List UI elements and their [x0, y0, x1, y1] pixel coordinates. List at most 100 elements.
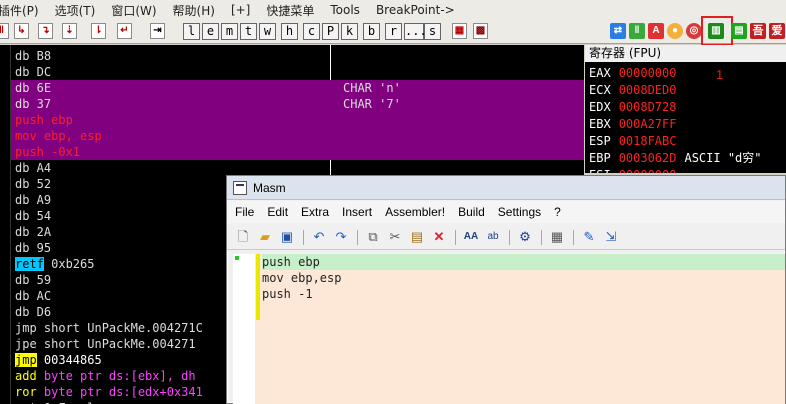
register-value[interactable]: 0008DED0 [619, 83, 677, 97]
register-row[interactable]: EBX 000A27FF [589, 116, 676, 132]
register-value[interactable]: 00000000 [619, 168, 677, 173]
new-file-icon[interactable]: 🗋 [235, 229, 251, 245]
masm-menu-assembler[interactable]: Assembler! [377, 205, 450, 219]
disasm-row[interactable]: db B8 [11, 48, 584, 64]
menu-tools[interactable]: Tools [322, 3, 368, 17]
pause-green-icon[interactable]: ‖ [629, 23, 645, 39]
window-references-button[interactable]: r [385, 23, 402, 40]
menu-plugins[interactable]: 插件(P) [0, 2, 47, 19]
register-name: EBX [589, 117, 611, 131]
registers-pane[interactable]: 寄存器 (FPU) EAX 00000000 ECX 0008DED0 EDX 0008D… [585, 45, 786, 173]
monitor-icon[interactable]: ▤ [731, 23, 747, 39]
masm-menu-bar: File Edit Extra Insert Assembler! Build … [227, 201, 785, 223]
masm-menu-extra[interactable]: Extra [293, 205, 334, 219]
disasm-mnemonic: db A4 [15, 161, 52, 175]
register-row[interactable]: EDX 0008D728 [589, 99, 676, 115]
disasm-row[interactable]: mov ebp, esp [11, 128, 584, 144]
step-into-icon[interactable]: ↳ [14, 23, 29, 39]
disasm-mnemonic: db D6 [15, 305, 52, 319]
register-row[interactable]: EBP 0003062D ASCII "d穷" [589, 150, 762, 166]
disasm-mnemonic: db 2A [15, 225, 52, 239]
register-row[interactable]: ESI 00000000 [589, 167, 676, 173]
masm-title-bar[interactable]: Masm [227, 176, 785, 200]
window-memory-button[interactable]: m [221, 23, 238, 40]
save-icon[interactable]: ▣ [279, 229, 295, 245]
disasm-row[interactable]: db DC [11, 64, 584, 80]
disasm-row[interactable]: push ebp [11, 112, 584, 128]
grid-icon[interactable]: ▦ [549, 229, 565, 245]
menu-help[interactable]: 帮助(H) [165, 2, 223, 19]
lang-icon-2[interactable]: 爱 [769, 23, 785, 39]
register-value[interactable]: 000A27FF [619, 117, 677, 131]
code-line-2[interactable]: mov ebp,esp [262, 270, 785, 286]
menu-breakpoint[interactable]: BreakPoint-> [368, 3, 463, 17]
redo-icon[interactable]: ↷ [333, 229, 349, 245]
window-source-button[interactable]: s [424, 23, 441, 40]
window-windows-button[interactable]: w [259, 23, 276, 40]
replace-icon[interactable]: ab [485, 229, 501, 245]
window-handles-button[interactable]: h [281, 23, 298, 40]
lang-icon-1[interactable]: 吾 [750, 23, 766, 39]
target-icon[interactable]: ◎ [686, 23, 702, 39]
masm-menu-edit[interactable]: Edit [259, 205, 293, 219]
masm-menu-settings[interactable]: Settings [490, 205, 546, 219]
find-icon[interactable]: AA [463, 229, 479, 245]
copy-icon[interactable]: ⧉ [365, 229, 381, 245]
window-breakpoints-button[interactable]: b [363, 23, 380, 40]
window-runtrace-button[interactable]: ... [404, 23, 427, 40]
pause-icon[interactable]: ‖ [0, 23, 9, 39]
register-value[interactable]: 0008D728 [619, 100, 677, 114]
goto-icon[interactable]: ⇥ [150, 23, 165, 39]
masm-menu-file[interactable]: File [227, 205, 259, 219]
refresh-icon[interactable]: ⇄ [610, 23, 626, 39]
masm-menu-insert[interactable]: Insert [334, 205, 377, 219]
menu-options[interactable]: 选项(T) [47, 2, 104, 19]
disasm-row[interactable]: push -0x1 [11, 144, 584, 160]
disasm-row[interactable]: db 37 CHAR '7' [11, 96, 584, 112]
options-icon[interactable]: ▦ [452, 23, 467, 39]
disasm-mnemonic: jpe short UnPackMe.004271 [15, 337, 196, 351]
masm-window[interactable]: Masm File Edit Extra Insert Assembler! B… [226, 175, 786, 404]
open-folder-icon[interactable]: ▰ [257, 229, 273, 245]
window-stack-button[interactable]: k [341, 23, 358, 40]
register-row[interactable]: ECX 0008DED0 [589, 82, 676, 98]
plugin-bars-icon[interactable]: ▥ [708, 23, 724, 39]
masm-code-editor[interactable]: push ebp mov ebp,esp push -1 [233, 254, 785, 404]
disasm-row[interactable]: db A4 [11, 160, 584, 176]
menu-shortcut[interactable]: 快捷菜单 [258, 2, 322, 19]
window-patches-button[interactable]: P [322, 23, 339, 40]
delete-icon[interactable]: ✕ [431, 229, 447, 245]
code-line-1[interactable]: push ebp [262, 254, 785, 270]
menu-plus[interactable]: [+] [223, 3, 258, 17]
step-over-icon[interactable]: ↴ [38, 23, 53, 39]
edit-pen-icon[interactable]: ✎ [581, 229, 597, 245]
register-value[interactable]: 0018FABC [619, 134, 677, 148]
masm-menu-help[interactable]: ? [546, 205, 566, 219]
code-line-3[interactable]: push -1 [262, 286, 785, 302]
record-icon[interactable]: ● [667, 23, 683, 39]
window-threads-button[interactable]: t [240, 23, 257, 40]
disasm-row[interactable]: db 6E CHAR 'n' [11, 80, 584, 96]
annotation-number: 1 [716, 67, 724, 82]
masm-menu-build[interactable]: Build [450, 205, 490, 219]
cut-icon[interactable]: ✂ [387, 229, 403, 245]
window-cpu-button[interactable]: c [303, 23, 320, 40]
execute-till-return-icon[interactable]: ↵ [117, 23, 132, 39]
animate-into-icon[interactable]: ⇣ [62, 23, 77, 39]
menu-window[interactable]: 窗口(W) [103, 2, 164, 19]
register-value[interactable]: 0003062D [619, 151, 677, 165]
a-icon[interactable]: A [648, 23, 664, 39]
undo-icon[interactable]: ↶ [311, 229, 327, 245]
help-grid-icon[interactable]: ▩ [473, 23, 488, 39]
register-row[interactable]: ESP 0018FABC [589, 133, 676, 149]
register-value[interactable]: 00000000 [619, 66, 677, 80]
disasm-mnemonic: db DC [15, 65, 52, 79]
register-row[interactable]: EAX 00000000 [589, 65, 676, 81]
register-name: ESP [589, 134, 611, 148]
build-icon[interactable]: ⚙ [517, 229, 533, 245]
paste-icon[interactable]: ▤ [409, 229, 425, 245]
window-log-button[interactable]: l [183, 23, 200, 40]
insert-arrow-icon[interactable]: ⇲ [603, 229, 619, 245]
window-executable-button[interactable]: e [202, 23, 219, 40]
animate-over-icon[interactable]: ⇂ [91, 23, 106, 39]
